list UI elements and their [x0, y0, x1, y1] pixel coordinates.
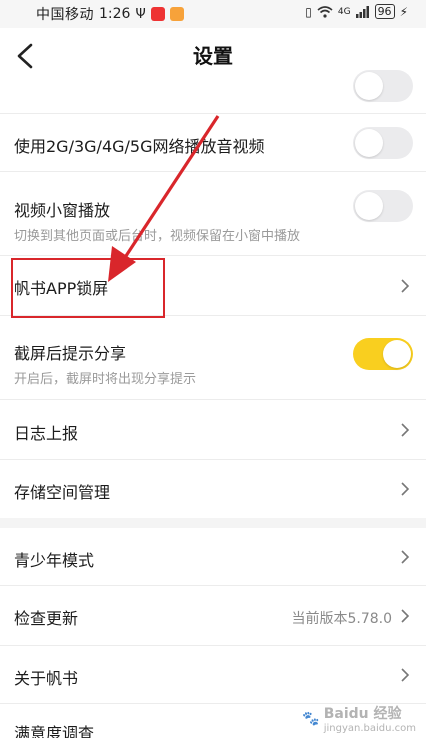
pip-toggle[interactable] [353, 190, 413, 222]
chevron-right-icon [401, 279, 410, 293]
usb-icon: Ψ [135, 6, 146, 22]
watermark-url: jingyan.baidu.com [323, 723, 416, 734]
current-version: 当前版本5.78.0 [291, 611, 392, 627]
network-playback-toggle[interactable] [353, 127, 413, 159]
setting-check-update[interactable]: 检查更新 当前版本5.78.0 [0, 586, 426, 646]
chevron-right-icon [401, 482, 410, 496]
setting-label: 截屏后提示分享 [14, 344, 127, 363]
toggle-knob [355, 129, 383, 157]
status-right: ▯ 4G 96 ⚡ [305, 4, 408, 19]
battery-indicator: 96 [374, 4, 395, 19]
setting-label: 关于帆书 [14, 669, 79, 688]
toggle-knob [355, 72, 383, 100]
carrier-label: 中国移动 [36, 7, 94, 23]
setting-label: 青少年模式 [14, 551, 95, 570]
toggle-knob [383, 340, 411, 368]
setting-about[interactable]: 关于帆书 [0, 646, 426, 704]
setting-label: 检查更新 [14, 609, 79, 628]
setting-storage[interactable]: 存储空间管理 [0, 460, 426, 518]
list-item-partial [0, 70, 426, 114]
wifi-icon [317, 5, 333, 18]
setting-description: 切换到其他页面或后台时，视频保留在小窗中播放 [14, 229, 301, 244]
setting-app-lock[interactable]: 帆书APP锁屏 [0, 256, 426, 316]
setting-label: 日志上报 [14, 424, 79, 443]
screen: 中国移动 1:26 Ψ ▯ 4G 96 ⚡ 设置 使用2G/3G/4G/5G网络… [0, 0, 426, 738]
charging-icon: ⚡ [399, 4, 408, 19]
partial-toggle[interactable] [353, 70, 413, 102]
baidu-watermark: 🐾 Baidu 经验 jingyan.baidu.com [302, 703, 416, 734]
chevron-right-icon [401, 423, 410, 437]
settings-list: 使用2G/3G/4G/5G网络播放音视频 视频小窗播放 切换到其他页面或后台时，… [0, 70, 426, 738]
status-left: 中国移动 1:26 Ψ [0, 4, 184, 24]
setting-label: 视频小窗播放 [14, 201, 111, 220]
network-type-label: 4G [337, 6, 351, 17]
watermark-brand: Baidu 经验 [323, 706, 402, 722]
setting-label: 满意度调查 [14, 724, 95, 738]
setting-description: 开启后，截屏时将出现分享提示 [14, 372, 197, 387]
setting-teen-mode[interactable]: 青少年模式 [0, 528, 426, 586]
chevron-right-icon [401, 550, 410, 564]
chevron-right-icon [401, 609, 410, 623]
app-notification-icon [150, 7, 165, 21]
signal-icon [355, 5, 369, 18]
setting-log-report[interactable]: 日志上报 [0, 400, 426, 460]
chevron-right-icon [401, 668, 410, 682]
status-time: 1:26 [99, 6, 131, 22]
screenshot-share-toggle[interactable] [353, 338, 413, 370]
app-notification-icon-2 [169, 7, 184, 21]
setting-label: 存储空间管理 [14, 483, 111, 502]
setting-label: 使用2G/3G/4G/5G网络播放音视频 [14, 137, 265, 156]
setting-screenshot-share[interactable]: 截屏后提示分享 开启后，截屏时将出现分享提示 [0, 316, 426, 400]
toggle-knob [355, 192, 383, 220]
setting-label: 帆书APP锁屏 [14, 279, 109, 298]
section-divider [0, 518, 426, 528]
setting-network-playback[interactable]: 使用2G/3G/4G/5G网络播放音视频 [0, 114, 426, 172]
paw-icon: 🐾 [302, 710, 320, 727]
setting-pip[interactable]: 视频小窗播放 切换到其他页面或后台时，视频保留在小窗中播放 [0, 172, 426, 256]
status-bar: 中国移动 1:26 Ψ ▯ 4G 96 ⚡ [0, 0, 426, 28]
vibrate-icon: ▯ [305, 4, 312, 19]
